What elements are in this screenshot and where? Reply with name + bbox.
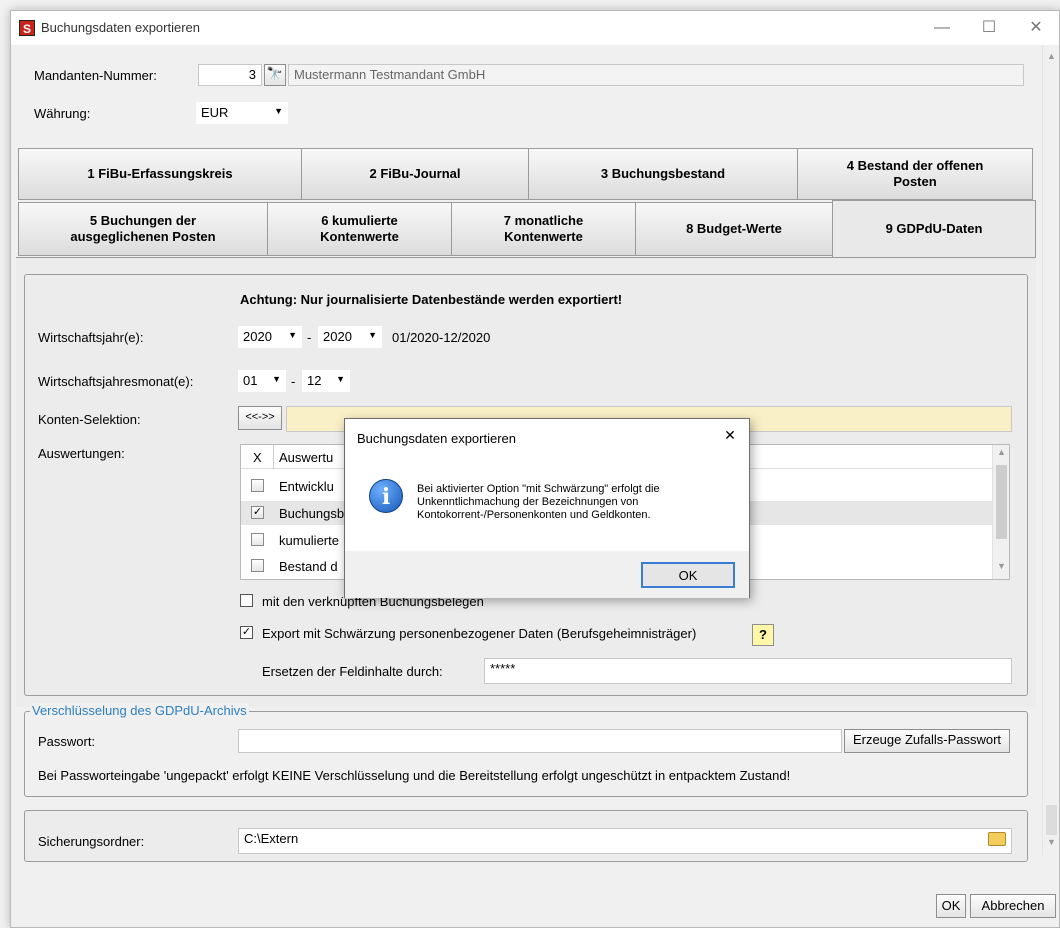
year-to-select[interactable]: 2020 ▼ (318, 326, 382, 348)
link-receipts-checkbox[interactable] (240, 594, 253, 607)
dialog-footer: OK (345, 551, 749, 598)
window-scrollbar[interactable]: ▲ ▼ (1042, 45, 1059, 855)
ok-button[interactable]: OK (936, 894, 966, 918)
evaluations-label: Auswertungen: (38, 446, 125, 461)
row-name: Bestand d (279, 559, 338, 574)
help-key-icon[interactable]: ? (752, 624, 774, 646)
tab-fibu-journal[interactable]: 2 FiBu-Journal (301, 148, 529, 200)
maximize-button[interactable]: ☐ (966, 15, 1012, 41)
currency-label: Währung: (34, 106, 91, 121)
dialog-title: Buchungsdaten exportieren (357, 431, 517, 446)
scrollbar-thumb[interactable] (1046, 805, 1057, 835)
dialog-message: Bei aktivierter Option "mit Schwärzung" … (417, 483, 660, 522)
year-from-value: 2020 (243, 329, 272, 344)
row-name: kumulierte (279, 533, 339, 548)
tab-bestand-offene-posten[interactable]: 4 Bestand der offenen Posten (797, 148, 1033, 200)
app-logo-icon: S (19, 20, 35, 36)
info-dialog: Buchungsdaten exportieren ✕ i Bei aktivi… (344, 418, 750, 598)
tab-fibu-erfassungskreis[interactable]: 1 FiBu-Erfassungskreis (18, 148, 302, 200)
grid-scrollbar-thumb[interactable] (996, 465, 1007, 539)
minimize-button[interactable]: — (919, 15, 965, 41)
tab-buchungsbestand[interactable]: 3 Buchungsbestand (528, 148, 798, 200)
tab-gdpdu-daten[interactable]: 9 GDPdU-Daten (832, 200, 1036, 258)
password-input[interactable] (238, 729, 842, 753)
generate-password-button[interactable]: Erzeuge Zufalls-Passwort (844, 729, 1010, 753)
grid-scrollbar[interactable]: ▲ ▼ (992, 445, 1009, 579)
month-from-value: 01 (243, 373, 258, 388)
grid-header-x: X (253, 450, 262, 465)
row-checkbox[interactable] (251, 533, 264, 546)
chevron-down-icon: ▼ (288, 330, 297, 340)
backup-folder-input[interactable]: C:\Extern (238, 828, 1012, 854)
chevron-down-icon: ▼ (336, 374, 345, 384)
year-to-value: 2020 (323, 329, 352, 344)
dialog-message-line: Kontokorrent-/Personenkonten und Geldkon… (417, 509, 651, 521)
title-bar: S Buchungsdaten exportieren — ☐ ✕ (11, 11, 1059, 45)
row-name: Entwicklu (279, 479, 334, 494)
encryption-group (24, 711, 1028, 797)
row-checkbox[interactable] (251, 559, 264, 572)
window-title: Buchungsdaten exportieren (41, 20, 201, 35)
chevron-down-icon: ▼ (272, 374, 281, 384)
replace-label: Ersetzen der Feldinhalte durch: (262, 664, 443, 679)
currency-value: EUR (201, 105, 229, 120)
period-text: 01/2020-12/2020 (392, 330, 491, 345)
row-checkbox[interactable]: ✓ (251, 506, 264, 519)
year-from-select[interactable]: 2020 ▼ (238, 326, 302, 348)
chevron-down-icon: ▼ (274, 106, 283, 116)
warning-text: Achtung: Nur journalisierte Datenbeständ… (240, 292, 623, 307)
backup-folder-label: Sicherungsordner: (38, 834, 145, 849)
mandant-name-field: Mustermann Testmandant GmbH (288, 64, 1024, 86)
close-button[interactable]: ✕ (1013, 15, 1059, 41)
export-redaction-checkbox[interactable]: ✓ (240, 626, 253, 639)
dialog-ok-button[interactable]: OK (641, 562, 735, 588)
folder-icon[interactable] (988, 832, 1006, 846)
cancel-button[interactable]: Abbrechen (970, 894, 1056, 918)
scroll-down-icon[interactable]: ▼ (1043, 837, 1060, 847)
fiscal-year-label: Wirtschaftsjahr(e): (38, 330, 144, 345)
row-name: Buchungsb (279, 506, 345, 521)
password-label: Passwort: (38, 734, 96, 749)
tab-kumulierte-kontenwerte[interactable]: 6 kumulierte Kontenwerte (267, 202, 452, 256)
account-selection-button[interactable]: <<->> (238, 406, 282, 430)
grid-column-divider (273, 445, 274, 469)
dialog-message-line: Bei aktivierter Option "mit Schwärzung" … (417, 483, 660, 495)
account-selection-label: Konten-Selektion: (38, 412, 141, 427)
binoculars-search-icon[interactable]: 🔭 (264, 64, 286, 86)
scroll-up-icon[interactable]: ▲ (993, 447, 1009, 457)
currency-select[interactable]: EUR ▼ (196, 102, 288, 124)
info-icon: i (369, 479, 403, 513)
export-redaction-label: Export mit Schwärzung personenbezogener … (262, 626, 697, 641)
tab-budget-werte[interactable]: 8 Budget-Werte (635, 202, 833, 256)
tab-buchungen-ausgeglichene-posten[interactable]: 5 Buchungen der ausgeglichenen Posten (18, 202, 268, 256)
grid-header-name: Auswertu (279, 450, 334, 465)
month-dash: - (291, 374, 296, 389)
row-checkbox[interactable] (251, 479, 264, 492)
fiscal-month-label: Wirtschaftsjahresmonat(e): (38, 374, 194, 389)
month-from-select[interactable]: 01 ▼ (238, 370, 286, 392)
year-dash: - (307, 330, 312, 345)
chevron-down-icon: ▼ (368, 330, 377, 340)
replace-input[interactable]: ***** (484, 658, 1012, 684)
encryption-note: Bei Passworteingabe 'ungepackt' erfolgt … (38, 768, 791, 783)
month-to-value: 12 (307, 373, 322, 388)
scroll-down-icon[interactable]: ▼ (993, 561, 1009, 571)
scroll-up-icon[interactable]: ▲ (1043, 51, 1060, 61)
tab-monatliche-kontenwerte[interactable]: 7 monatliche Kontenwerte (451, 202, 636, 256)
mandant-number-input[interactable]: 3 (198, 64, 262, 86)
dialog-close-icon[interactable]: ✕ (719, 427, 741, 444)
encryption-legend: Verschlüsselung des GDPdU-Archivs (30, 703, 249, 718)
mandant-label: Mandanten-Nummer: (34, 68, 157, 83)
dialog-message-line: Unkenntlichmachung der Bezeichnungen von (417, 496, 639, 508)
month-to-select[interactable]: 12 ▼ (302, 370, 350, 392)
